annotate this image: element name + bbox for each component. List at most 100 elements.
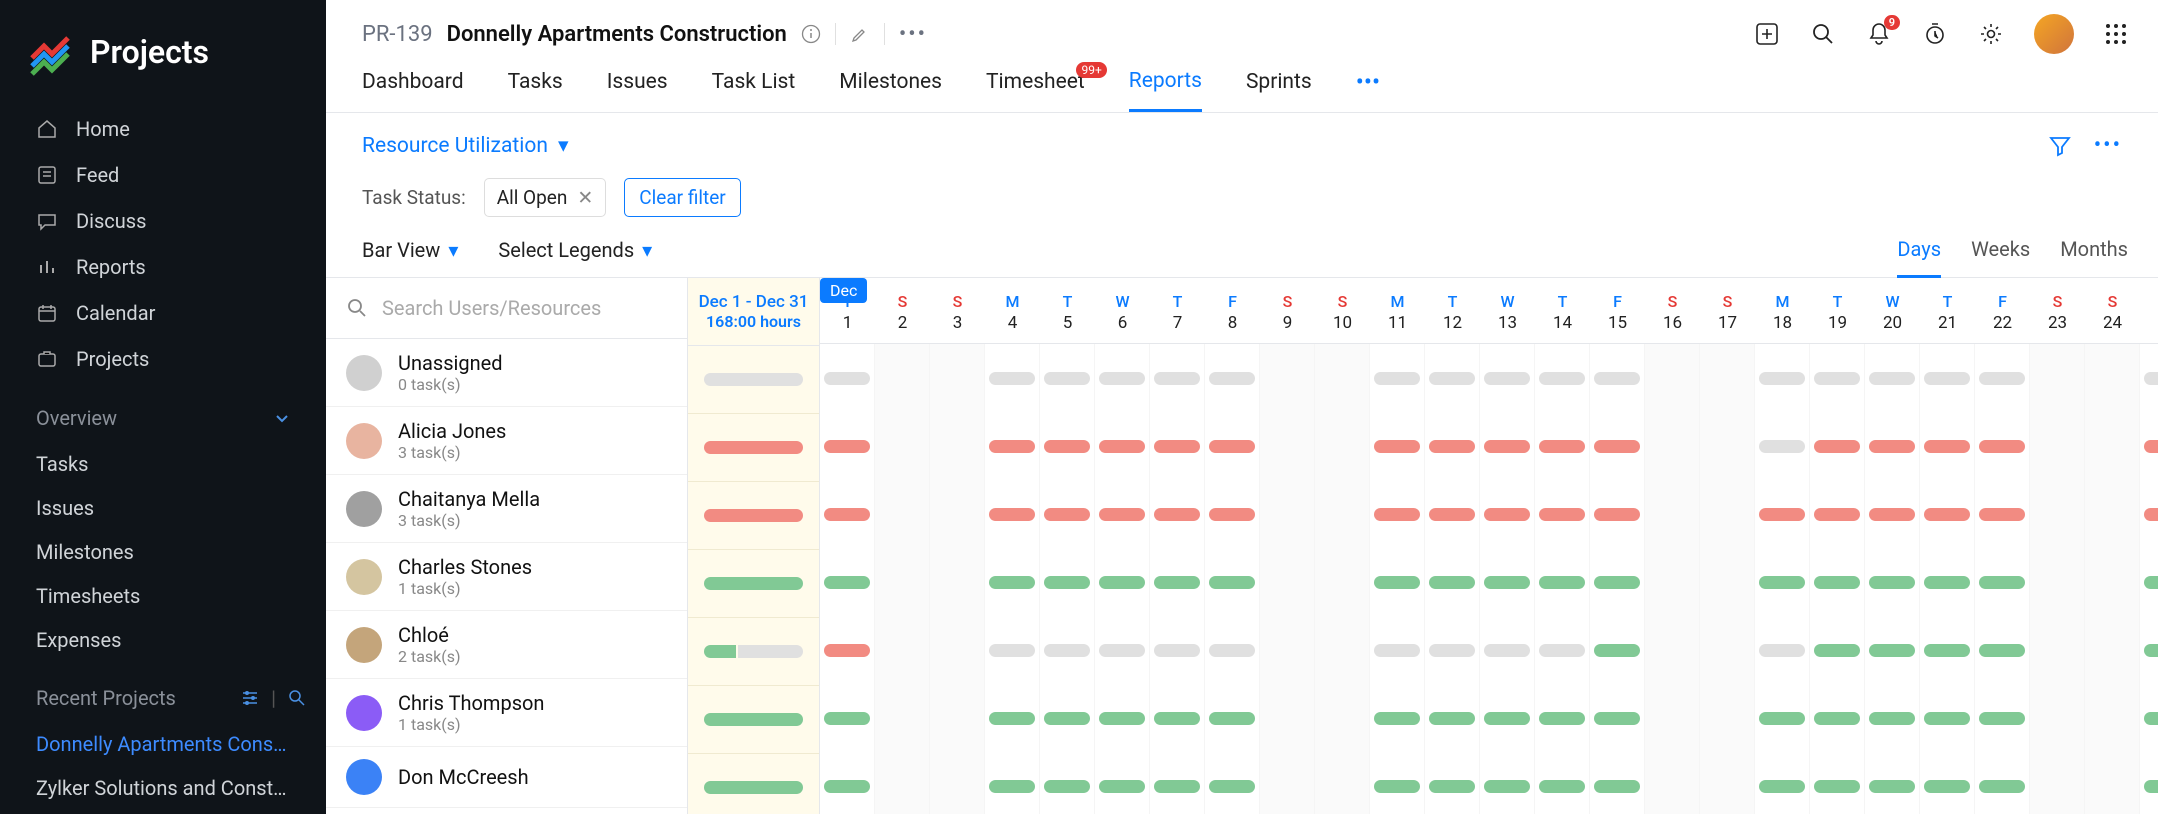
day-number: 6 (1095, 313, 1150, 333)
resource-name: Chris Thompson (398, 691, 544, 715)
add-icon[interactable] (1754, 21, 1780, 47)
month-tag: Dec (820, 278, 867, 303)
search-icon[interactable] (288, 689, 306, 707)
utilization-bar (1099, 440, 1145, 453)
app-name: Projects (90, 33, 209, 71)
utilization-bar (989, 780, 1035, 793)
nav-item-label: Calendar (76, 301, 155, 325)
close-icon[interactable]: ✕ (577, 186, 593, 209)
day-column: W 13 (1480, 278, 1535, 343)
nav-item-calendar[interactable]: Calendar (0, 290, 326, 336)
recent-projects-label: Recent Projects (36, 686, 176, 710)
tab-task-list[interactable]: Task List (712, 70, 796, 110)
tab-dashboard[interactable]: Dashboard (362, 70, 464, 110)
day-column: M 25 (2140, 278, 2158, 343)
top-actions: 9 (1754, 14, 2128, 54)
tab-timesheet[interactable]: Timesheet99+ (986, 70, 1085, 110)
tabs-more-icon[interactable]: ••• (1356, 68, 1380, 112)
resource-row[interactable]: Chloé 2 task(s) (326, 611, 687, 679)
overview-item[interactable]: Issues (0, 486, 326, 530)
bar-view-dropdown[interactable]: Bar View ▾ (362, 238, 458, 262)
calendar-cell (1645, 684, 1700, 752)
utilization-bar (1759, 372, 1805, 385)
calendar-cell (1205, 480, 1260, 548)
resource-row[interactable]: Chaitanya Mella 3 task(s) (326, 475, 687, 543)
nav-item-home[interactable]: Home (0, 106, 326, 152)
tab-milestones[interactable]: Milestones (839, 70, 942, 110)
summary-hours: 168:00 hours (696, 312, 811, 331)
summary-cell (688, 618, 819, 686)
resource-row[interactable]: Charles Stones 1 task(s) (326, 543, 687, 611)
resource-name: Chloé (398, 623, 461, 647)
utilization-bar (1924, 644, 1970, 657)
resource-row[interactable]: Don McCreesh (326, 747, 687, 808)
calendar-cell (875, 344, 930, 412)
settings-gear-icon[interactable] (1978, 21, 2004, 47)
overview-section-header[interactable]: Overview (0, 382, 326, 442)
calendar-cell (985, 480, 1040, 548)
nav-item-reports[interactable]: Reports (0, 244, 326, 290)
calendar-cell (1920, 548, 1975, 616)
calendar-cell (1590, 684, 1645, 752)
timer-icon[interactable] (1922, 21, 1948, 47)
tab-sprints[interactable]: Sprints (1246, 70, 1312, 110)
time-tab-days[interactable]: Days (1897, 237, 1941, 278)
overview-item[interactable]: Milestones (0, 530, 326, 574)
chevron-down-icon (274, 410, 290, 426)
search-icon[interactable] (1810, 21, 1836, 47)
nav-item-projects[interactable]: Projects (0, 336, 326, 382)
nav-item-feed[interactable]: Feed (0, 152, 326, 198)
overview-item[interactable]: Expenses (0, 618, 326, 662)
resource-row[interactable]: Chris Thompson 1 task(s) (326, 679, 687, 747)
day-number: 19 (1810, 313, 1865, 333)
search-icon[interactable] (346, 297, 368, 319)
tab-reports[interactable]: Reports (1129, 69, 1202, 112)
recent-project-item[interactable]: Donnelly Apartments Construction (0, 722, 326, 766)
more-options-icon[interactable]: ••• (2094, 133, 2122, 158)
calendar-icon (36, 302, 58, 324)
calendar-cell (985, 684, 1040, 752)
select-legends-dropdown[interactable]: Select Legends ▾ (498, 238, 652, 262)
overview-item[interactable]: Tasks (0, 442, 326, 486)
utilization-bar (1484, 576, 1530, 589)
day-number: 9 (1260, 313, 1315, 333)
report-dropdown[interactable]: Resource Utilization ▾ (362, 133, 568, 158)
filter-chip-all-open[interactable]: All Open ✕ (484, 178, 607, 217)
day-number: 15 (1590, 313, 1645, 333)
time-tab-weeks[interactable]: Weeks (1971, 237, 2030, 277)
time-tab-months[interactable]: Months (2060, 237, 2128, 277)
nav-item-discuss[interactable]: Discuss (0, 198, 326, 244)
utilization-bar (824, 508, 870, 521)
user-avatar[interactable] (2034, 14, 2074, 54)
calendar-panel[interactable]: Dec T 1 S 2 S 3 M 4 T 5 W 6 T 7 F 8 (820, 278, 2158, 814)
filter-sliders-icon[interactable] (241, 689, 259, 707)
app-logo[interactable]: Projects (0, 14, 326, 106)
resource-row[interactable]: Unassigned 0 task(s) (326, 339, 687, 407)
day-of-week: T (1040, 292, 1095, 311)
utilization-bar (1759, 780, 1805, 793)
summary-cell (688, 482, 819, 550)
apps-grid-icon[interactable] (2104, 22, 2128, 46)
overview-item[interactable]: Timesheets (0, 574, 326, 618)
filter-icon[interactable] (2048, 134, 2072, 158)
more-icon[interactable]: ••• (899, 22, 927, 47)
info-icon[interactable] (801, 24, 821, 44)
clear-filter-button[interactable]: Clear filter (624, 178, 740, 217)
utilization-bar (1814, 372, 1860, 385)
recent-project-item[interactable]: Zylker Solutions and Construction (0, 766, 326, 810)
edit-icon[interactable] (850, 24, 870, 44)
search-input[interactable] (382, 296, 667, 320)
calendar-cell (1260, 752, 1315, 814)
utilization-bar (1484, 780, 1530, 793)
calendar-cell (1920, 684, 1975, 752)
recent-projects-header: Recent Projects | (0, 662, 326, 722)
calendar-cell (2140, 412, 2158, 480)
tab-issues[interactable]: Issues (607, 70, 668, 110)
calendar-cell (1480, 412, 1535, 480)
resource-row[interactable]: Alicia Jones 3 task(s) (326, 407, 687, 475)
day-number: 14 (1535, 313, 1590, 333)
utilization-bar (1429, 508, 1475, 521)
tab-tasks[interactable]: Tasks (508, 70, 563, 110)
notification-bell-icon[interactable]: 9 (1866, 21, 1892, 47)
calendar-cell (1810, 412, 1865, 480)
